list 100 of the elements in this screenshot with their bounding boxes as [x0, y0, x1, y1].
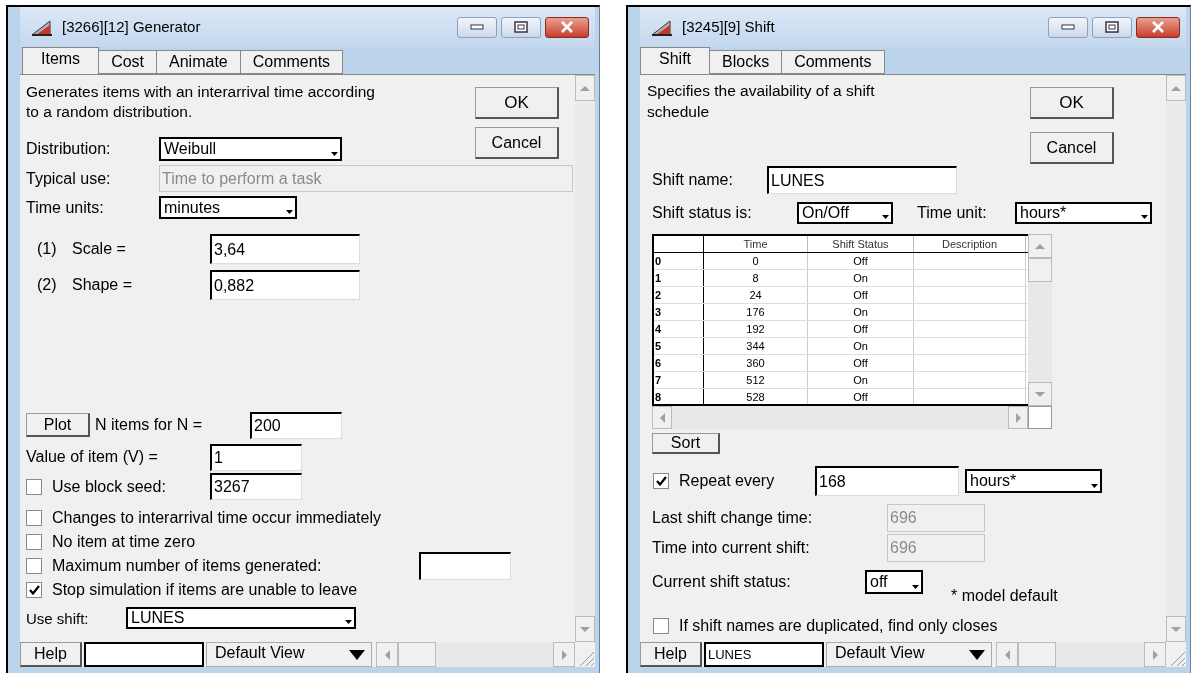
checkbox[interactable] [653, 473, 669, 489]
help-button[interactable]: Help [640, 642, 702, 667]
row-header: 3 [654, 304, 704, 320]
dropdown[interactable]: off [865, 570, 923, 594]
input-field[interactable]: 3267 [210, 473, 302, 500]
arrow-left-icon [1003, 648, 1011, 661]
input-field[interactable] [84, 642, 204, 667]
checkbox[interactable] [26, 478, 42, 495]
scroll-up-button[interactable] [1166, 75, 1186, 101]
minimize-button[interactable] [1048, 16, 1088, 38]
sort-button[interactable]: Sort [652, 432, 720, 454]
scroll-right-button[interactable] [1008, 406, 1028, 429]
label: Changes to interarrival time occur immediately [52, 510, 381, 526]
scroll-left-button[interactable] [376, 642, 398, 667]
caret-icon [969, 649, 985, 660]
dropdown[interactable]: minutes [159, 196, 297, 219]
scroll-right-button[interactable] [1144, 642, 1166, 667]
label: Use block seed: [52, 478, 167, 495]
caret-icon [345, 620, 352, 625]
close-button[interactable] [1136, 16, 1180, 38]
dropdown[interactable]: On/Off [797, 202, 893, 224]
row-header: 6 [654, 355, 704, 371]
dropdown[interactable]: LUNES [126, 607, 356, 629]
caret-icon [349, 649, 365, 660]
scroll-down-button[interactable] [575, 616, 595, 642]
scroll-down-button[interactable] [1028, 382, 1052, 406]
scroll-thumb[interactable] [1028, 258, 1052, 282]
plot-button[interactable]: Plot [26, 413, 90, 437]
tab[interactable]: Shift [640, 47, 710, 74]
input-field[interactable]: 0,882 [210, 270, 360, 300]
checkbox[interactable] [26, 582, 42, 598]
row-header: 8 [654, 389, 704, 404]
minimize-button[interactable] [457, 16, 497, 38]
caret-icon [882, 215, 889, 220]
description-text: Specifies the availability of a shift schedule [647, 81, 876, 122]
table-cell: On [808, 304, 914, 320]
dropdown[interactable]: Default View [206, 642, 372, 667]
maximize-button[interactable] [501, 16, 541, 38]
tab[interactable]: Comments [782, 50, 885, 74]
checkbox[interactable] [26, 510, 42, 526]
input-field[interactable]: 168 [815, 466, 959, 496]
scrollbar[interactable] [376, 642, 575, 667]
maximize-button[interactable] [1092, 16, 1132, 38]
dropdown[interactable]: Weibull [159, 137, 342, 161]
table-cell: Off [808, 321, 914, 337]
close-icon [1151, 21, 1165, 33]
dropdown[interactable]: Default View [826, 642, 992, 667]
label: Maximum number of items generated: [52, 558, 322, 574]
ok-button[interactable]: OK [475, 87, 559, 119]
close-icon [560, 21, 574, 33]
scroll-left-button[interactable] [652, 406, 672, 429]
help-button[interactable]: Help [20, 642, 82, 667]
input-field[interactable] [419, 552, 511, 580]
scrollbar[interactable] [1166, 75, 1186, 642]
ok-button[interactable]: OK [1030, 87, 1114, 119]
scroll-right-button[interactable] [553, 642, 575, 667]
label: Typical use: [26, 170, 112, 187]
dropdown[interactable]: hours* [965, 469, 1102, 493]
app-icon [650, 17, 674, 37]
scroll-up-button[interactable] [575, 75, 595, 101]
tab[interactable]: Animate [157, 50, 241, 74]
table-cell: Off [808, 389, 914, 404]
caret-icon [912, 585, 919, 590]
cancel-button[interactable]: Cancel [1030, 132, 1114, 164]
input-field[interactable]: LUNES [704, 642, 824, 667]
scrollbar[interactable] [996, 642, 1166, 667]
tab[interactable]: Comments [240, 50, 344, 74]
label: Scale = [72, 241, 127, 257]
caret-icon [286, 210, 293, 215]
tab[interactable]: Blocks [710, 50, 783, 74]
label: N items for N = [95, 417, 204, 433]
dropdown[interactable]: hours* [1015, 202, 1152, 224]
scrollbar[interactable] [1028, 234, 1052, 406]
scrollbar[interactable] [652, 406, 1028, 429]
table-cell: On [808, 338, 914, 354]
scroll-thumb[interactable] [398, 642, 436, 667]
label: No item at time zero [52, 534, 196, 550]
cancel-button[interactable]: Cancel [475, 127, 559, 159]
app-icon [30, 17, 54, 37]
scroll-down-button[interactable] [1166, 616, 1186, 642]
input-field[interactable]: LUNES [767, 166, 957, 194]
label: * model default [951, 588, 1058, 604]
scroll-left-button[interactable] [996, 642, 1018, 667]
input-field[interactable]: 1 [210, 443, 302, 471]
label: Stop simulation if items are unable to leave [52, 582, 358, 598]
input-field[interactable]: 3,64 [210, 234, 360, 264]
checkbox[interactable] [26, 534, 42, 550]
tab[interactable]: Cost [99, 50, 158, 74]
arrow-left-icon [658, 411, 666, 424]
tab[interactable]: Items [22, 47, 100, 74]
checkbox[interactable] [653, 618, 669, 634]
close-button[interactable] [545, 16, 589, 38]
table-cell: Off [808, 287, 914, 303]
scroll-thumb[interactable] [1018, 642, 1056, 667]
scroll-up-button[interactable] [1028, 234, 1052, 258]
checkbox[interactable] [26, 558, 42, 574]
input-field[interactable]: 200 [250, 411, 342, 439]
arrow-up-icon [579, 84, 591, 92]
row-header: 0 [654, 253, 704, 269]
scrollbar[interactable] [575, 75, 595, 642]
